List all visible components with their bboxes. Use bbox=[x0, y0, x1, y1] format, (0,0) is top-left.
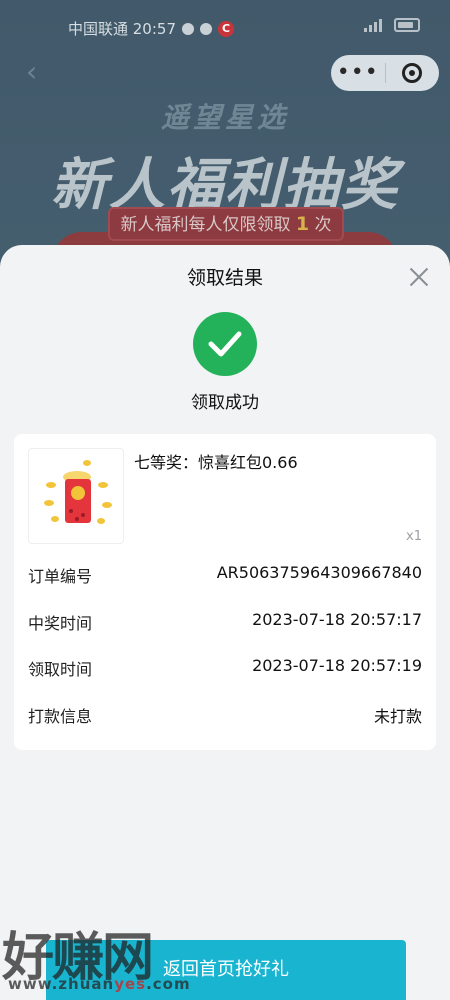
target-icon bbox=[402, 63, 423, 83]
prize-card: 七等奖：惊喜红包0.66 x1 订单编号 AR50637596430966784… bbox=[14, 434, 436, 750]
detail-label: 订单编号 bbox=[28, 567, 93, 586]
detail-row-order-id: 订单编号 AR506375964309667840 bbox=[28, 563, 422, 587]
watermark-url-part: www.zhuan bbox=[8, 975, 115, 993]
watermark: 好赚网 www.zhuanyes.com bbox=[0, 915, 210, 1000]
c-app-icon: C bbox=[218, 20, 234, 37]
prize-name: 七等奖：惊喜红包0.66 bbox=[134, 453, 298, 472]
battery-icon bbox=[394, 18, 420, 32]
detail-value: AR506375964309667840 bbox=[216, 563, 422, 582]
detail-value: 未打款 bbox=[373, 707, 422, 726]
success-text: 领取成功 bbox=[191, 393, 259, 413]
status-right bbox=[364, 18, 420, 32]
sheet-title: 领取结果 bbox=[186, 267, 263, 289]
watermark-url: www.zhuanyes.com bbox=[8, 975, 191, 993]
red-envelope-icon bbox=[28, 448, 124, 544]
back-arrow-icon[interactable]: ‹ bbox=[26, 58, 50, 86]
notice-suffix: 次 bbox=[314, 215, 332, 235]
prize-quantity: x1 bbox=[406, 529, 422, 544]
close-icon[interactable] bbox=[407, 265, 431, 289]
banner-notice: 新人福利每人仅限领取 1 次 bbox=[108, 207, 344, 241]
detail-label: 领取时间 bbox=[28, 660, 93, 679]
detail-value: 2023-07-18 20:57:19 bbox=[252, 656, 422, 675]
success-check-icon bbox=[193, 312, 257, 376]
status-left: 中国联通 20:57 C bbox=[68, 18, 234, 39]
miniprogram-capsule: ••• bbox=[331, 55, 439, 91]
wechat-icon bbox=[200, 22, 212, 35]
banner-subtitle: 遥望星选 bbox=[160, 101, 289, 134]
detail-row-claim-time: 领取时间 2023-07-18 20:57:19 bbox=[28, 656, 422, 680]
detail-label: 中奖时间 bbox=[28, 614, 93, 633]
carrier-time: 中国联通 20:57 bbox=[68, 20, 176, 38]
watermark-url-part: .com bbox=[146, 975, 191, 993]
snapchat-icon bbox=[182, 22, 194, 35]
detail-label: 打款信息 bbox=[28, 707, 93, 726]
watermark-url-part: yes bbox=[114, 975, 147, 993]
more-icon[interactable]: ••• bbox=[331, 62, 385, 84]
signal-icon bbox=[364, 18, 386, 32]
close-miniprogram-button[interactable] bbox=[385, 63, 439, 83]
detail-value: 2023-07-18 20:57:17 bbox=[252, 610, 422, 629]
result-sheet: 领取结果 领取成功 七等奖：惊喜红包0.66 x1 订单编号 AR5063759… bbox=[0, 245, 450, 1000]
notice-count: 1 bbox=[295, 213, 310, 235]
notice-prefix: 新人福利每人仅限领取 bbox=[120, 215, 291, 235]
status-bar: 中国联通 20:57 C bbox=[0, 0, 450, 50]
detail-row-win-time: 中奖时间 2023-07-18 20:57:17 bbox=[28, 610, 422, 634]
detail-row-payment-info: 打款信息 未打款 bbox=[28, 703, 422, 727]
